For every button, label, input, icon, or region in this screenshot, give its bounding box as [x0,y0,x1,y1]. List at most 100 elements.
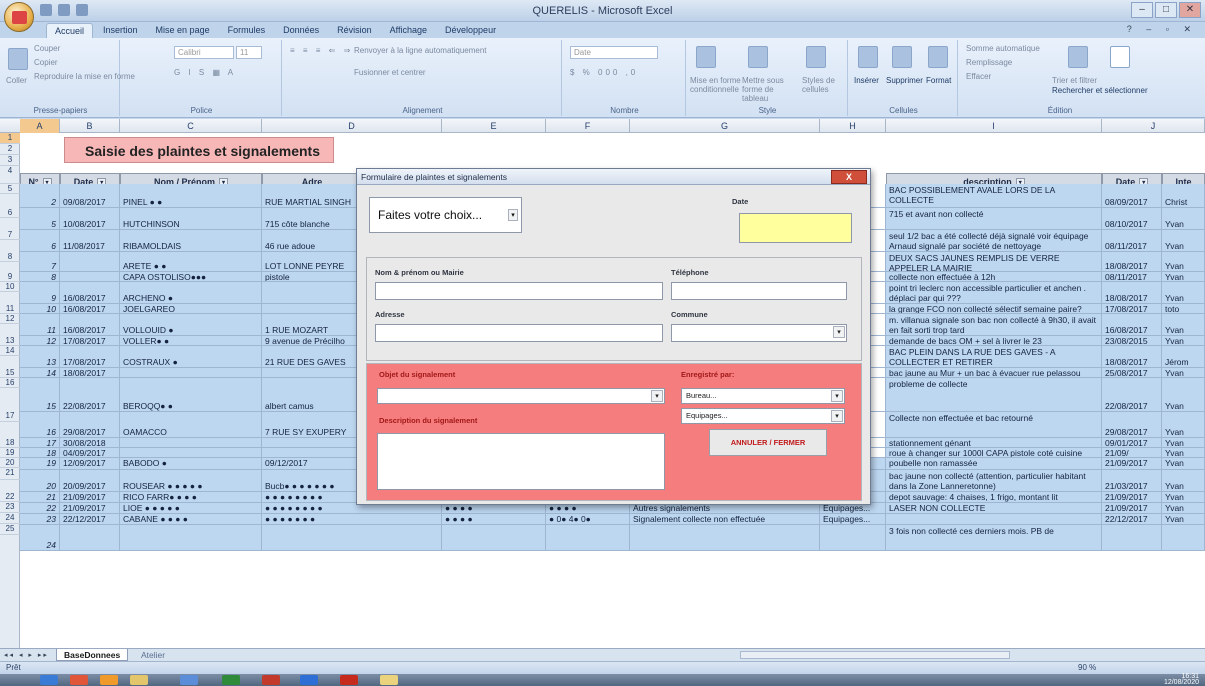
table-cell-desc[interactable]: probleme de collecte [886,378,1102,412]
table-cell-desc[interactable]: BAC POSSIBLEMENT AVALE LORS DE LA COLLEC… [886,184,1102,208]
table-cell-n[interactable]: 5 [20,208,60,230]
cell-styles-button[interactable]: Styles de cellules [802,76,846,94]
table-cell-who[interactable]: Christ [1162,184,1205,208]
table-cell-nom[interactable] [120,438,262,448]
table-cell-d2[interactable]: 18/08/2017 [1102,346,1162,368]
table-cell-n[interactable]: 14 [20,368,60,378]
chevron-down-icon[interactable]: ▾ [831,390,843,402]
table-cell-desc[interactable]: Collecte non effectuée et bac retourné [886,412,1102,438]
table-cell-nom[interactable]: COSTRAUX ● [120,346,262,368]
tab-accueil[interactable]: Accueil [46,23,94,38]
column-header-g[interactable]: G [630,119,820,133]
table-cell-nom[interactable]: BEROQQ● ● [120,378,262,412]
table-cell-nom[interactable]: PINEL ● ● [120,184,262,208]
table-cell-desc[interactable]: LASER NON COLLECTE [886,503,1102,514]
description-textarea[interactable] [377,433,665,490]
cell-styles-icon[interactable] [806,46,826,68]
table-cell-date[interactable] [60,525,120,551]
close-window-button[interactable]: ✕ [1179,2,1201,18]
table-cell-who[interactable] [1162,525,1205,551]
column-header-a[interactable]: A [20,119,60,133]
table-cell-d2[interactable]: 08/11/2017 [1102,230,1162,252]
row-header[interactable]: 20 [0,458,20,468]
table-cell-n[interactable]: 11 [20,314,60,336]
table-cell-who[interactable]: Yvan [1162,336,1205,346]
tab-mise-en-page[interactable]: Mise en page [148,23,218,38]
align-icons[interactable]: ≡ ≡ ≡ ⇐ ⇒ [290,46,353,55]
row-header[interactable]: 18 [0,422,20,448]
table-cell-desc[interactable]: point tri leclerc non accessible particu… [886,282,1102,304]
table-cell-d2[interactable]: 22/08/2017 [1102,378,1162,412]
table-cell-date[interactable]: 22/08/2017 [60,378,120,412]
tab-affichage[interactable]: Affichage [382,23,435,38]
table-cell-nom[interactable]: VOLLER● ● [120,336,262,346]
table-cell-d2[interactable] [1102,525,1162,551]
chrome-icon[interactable] [70,675,88,685]
table-cell-nom[interactable]: BABODO ● [120,458,262,470]
table-cell-desc[interactable]: 715 et avant non collecté [886,208,1102,230]
table-cell-who[interactable]: Yvan [1162,230,1205,252]
table-cell-n[interactable]: 16 [20,412,60,438]
table-cell-nom[interactable] [120,368,262,378]
paste-icon[interactable] [8,48,28,70]
tab-developpeur[interactable]: Développeur [437,23,504,38]
table-cell-n[interactable]: 6 [20,230,60,252]
column-header-f[interactable]: F [546,119,630,133]
table-cell-desc[interactable]: bac jaune non collecté (attention, parti… [886,470,1102,492]
cut-button[interactable]: Couper [34,44,60,53]
insert-cells-icon[interactable] [858,46,878,68]
table-cell-nom[interactable]: HUTCHINSON [120,208,262,230]
row-header[interactable]: 11 [0,292,20,314]
fill-button[interactable]: Remplissage [966,58,1012,67]
table-cell-date[interactable]: 22/12/2017 [60,514,120,525]
phone-input[interactable] [671,282,847,300]
tab-insertion[interactable]: Insertion [95,23,146,38]
sort-filter-button[interactable]: Trier et filtrer [1052,76,1097,85]
table-cell-desc[interactable]: roue à changer sur 1000l CAPA pistole co… [886,448,1102,458]
table-cell-d2[interactable]: 17/08/2017 [1102,304,1162,314]
table-cell-desc[interactable]: demande de bacs OM + sel à livrer le 23 [886,336,1102,346]
table-cell-desc[interactable]: DEUX SACS JAUNES REMPLIS DE VERRE APPELE… [886,252,1102,272]
table-cell-desc[interactable]: collecte non effectuée à 12h [886,272,1102,282]
column-header-b[interactable]: B [60,119,120,133]
table-cell-nom[interactable]: VOLLOUID ● [120,314,262,336]
table-cell-d2[interactable]: 22/12/2017 [1102,514,1162,525]
minimize-button[interactable]: – [1131,2,1153,18]
column-header-d[interactable]: D [262,119,442,133]
horizontal-scrollbar[interactable] [740,651,1010,659]
table-cell-n[interactable]: 15 [20,378,60,412]
table-cell-n[interactable]: 22 [20,503,60,514]
table-cell-date[interactable]: 29/08/2017 [60,412,120,438]
commune-select[interactable]: ▾ [671,324,847,342]
table-cell-date[interactable]: 16/08/2017 [60,282,120,304]
row-header[interactable]: 10 [0,282,20,292]
row-header[interactable]: 3 [0,155,20,166]
table-cell-n[interactable]: 20 [20,470,60,492]
row-header[interactable]: 8 [0,240,20,262]
table-cell-n[interactable]: 21 [20,492,60,503]
table-cell-n[interactable]: 23 [20,514,60,525]
name-input[interactable] [375,282,663,300]
row-header[interactable]: 19 [0,448,20,458]
table-cell-desc[interactable]: stationnement génant [886,438,1102,448]
number-format-icons[interactable]: $ % 000 ,0 [570,68,638,77]
row-header[interactable]: 2 [0,144,20,155]
row-header[interactable]: 16 [0,378,20,388]
table-cell-d2[interactable]: 18/08/2017 [1102,282,1162,304]
excel-icon[interactable] [222,675,240,685]
table-cell-n[interactable]: 12 [20,336,60,346]
table-cell-adr[interactable] [262,525,442,551]
table-cell-who[interactable]: Yvan [1162,252,1205,272]
table-cell-e[interactable]: ● ● ● ● [442,514,546,525]
column-header-h[interactable]: H [820,119,886,133]
table-cell-desc[interactable]: 3 fois non collecté ces derniers mois. P… [886,525,1102,551]
table-cell-f[interactable] [546,525,630,551]
table-cell-who[interactable]: Yvan [1162,514,1205,525]
autosum-button[interactable]: Somme automatique [966,44,1040,53]
table-cell-d2[interactable]: 18/08/2017 [1102,252,1162,272]
insert-button[interactable]: Insérer [854,76,879,85]
table-cell-nom[interactable] [120,448,262,458]
table-cell-who[interactable]: Jérom [1162,346,1205,368]
table-cell-d2[interactable]: 09/01/2017 [1102,438,1162,448]
table-cell-date[interactable]: 16/08/2017 [60,304,120,314]
